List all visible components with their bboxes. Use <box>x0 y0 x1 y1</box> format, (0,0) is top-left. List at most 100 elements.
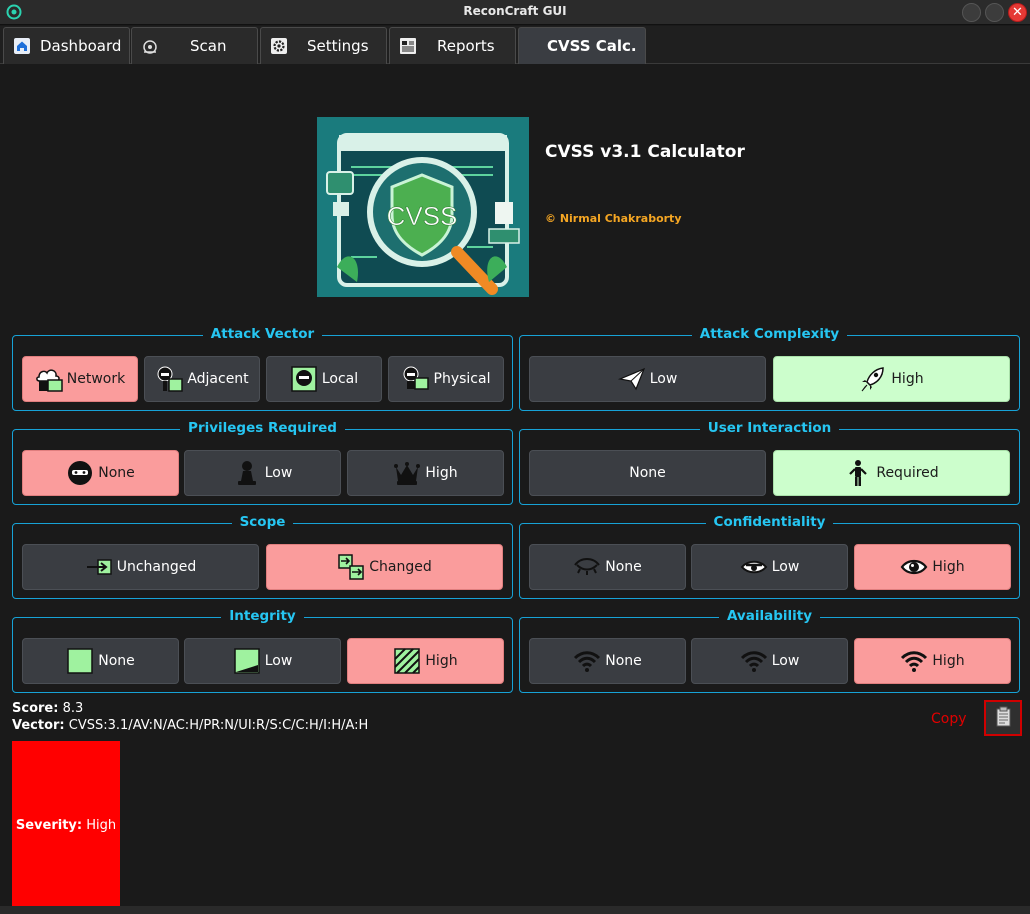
ui-required-button[interactable]: Required <box>773 450 1010 496</box>
group-title: Privileges Required <box>180 420 345 436</box>
attack-complexity-group: Attack Complexity Low High <box>519 326 1020 411</box>
page-title: CVSS v3.1 Calculator <box>545 142 745 162</box>
cvss-logo: CVSS <box>317 117 529 297</box>
option-label: High <box>891 371 924 387</box>
tab-scan[interactable]: Scan <box>131 27 258 64</box>
tab-bar: Dashboard Scan Settings Reports CVSS Cal… <box>0 26 1030 64</box>
logo-text: CVSS <box>387 201 458 231</box>
clipboard-icon <box>996 706 1011 727</box>
solid-square-icon <box>67 648 93 674</box>
av-physical-button[interactable]: Physical <box>388 356 504 402</box>
a-none-button[interactable]: None <box>529 638 686 684</box>
scope-unchanged-button[interactable]: Unchanged <box>22 544 259 590</box>
option-label: None <box>605 559 642 575</box>
option-label: Low <box>649 371 678 387</box>
home-icon <box>14 38 30 54</box>
tab-label: Dashboard <box>40 37 122 55</box>
c-none-button[interactable]: None <box>529 544 686 590</box>
av-adjacent-button[interactable]: Adjacent <box>144 356 260 402</box>
group-title: Attack Vector <box>202 326 323 342</box>
radar-icon <box>143 40 157 54</box>
av-local-button[interactable]: Local <box>266 356 382 402</box>
score-line: Score: 8.3 <box>12 701 83 716</box>
enter-arrow-icon <box>86 559 112 575</box>
transfer-icon <box>338 554 364 580</box>
title-bar: ReconCraft GUI ✕ <box>0 0 1030 25</box>
score-label: Score: <box>12 701 59 716</box>
i-low-button[interactable]: Low <box>184 638 341 684</box>
severity-label: Severity: <box>15 817 83 833</box>
option-label: High <box>425 653 458 669</box>
maximize-button[interactable] <box>985 3 1004 22</box>
tab-reports[interactable]: Reports <box>389 27 516 64</box>
i-high-button[interactable]: High <box>347 638 504 684</box>
option-label: Changed <box>369 559 432 575</box>
scope-group: Scope Unchanged Changed <box>12 514 513 599</box>
eye-icon <box>901 559 928 575</box>
option-label: None <box>98 465 135 481</box>
tab-dashboard[interactable]: Dashboard <box>3 27 130 64</box>
pawn-icon <box>237 461 256 485</box>
confidentiality-group: Confidentiality None Low High <box>519 514 1020 599</box>
option-label: None <box>629 465 666 481</box>
c-low-button[interactable]: Low <box>691 544 848 590</box>
user-interaction-group: User Interaction None Required <box>519 420 1020 505</box>
partial-square-icon <box>233 648 260 674</box>
minimize-button[interactable] <box>962 3 981 22</box>
tab-label: Settings <box>307 37 369 55</box>
scope-changed-button[interactable]: Changed <box>266 544 503 590</box>
i-none-button[interactable]: None <box>22 638 179 684</box>
option-label: Local <box>321 371 359 387</box>
option-label: None <box>605 653 642 669</box>
closed-eye-icon <box>574 558 601 575</box>
crown-icon <box>394 462 421 485</box>
group-title: User Interaction <box>699 420 840 436</box>
vector-line: Vector: CVSS:3.1/AV:N/AC:H/PR:N/UI:R/S:C… <box>12 718 368 733</box>
option-label: Low <box>771 559 800 575</box>
privileges-required-group: Privileges Required None Low High <box>12 420 513 505</box>
option-label: Low <box>264 653 293 669</box>
gear-icon <box>271 38 287 54</box>
a-low-button[interactable]: Low <box>691 638 848 684</box>
vector-label: Vector: <box>12 718 65 733</box>
attack-vector-group: Attack Vector Network Adjacent Local Phy… <box>12 326 513 411</box>
option-label: Required <box>876 465 939 481</box>
availability-group: Availability None Low High <box>519 608 1020 693</box>
ac-high-button[interactable]: High <box>773 356 1010 402</box>
tab-cvss-calc[interactable]: CVSS Calc. <box>518 27 646 64</box>
copy-button[interactable] <box>984 700 1022 736</box>
option-label: High <box>932 559 965 575</box>
a-high-button[interactable]: High <box>854 638 1011 684</box>
vector-value: CVSS:3.1/AV:N/AC:H/PR:N/UI:R/S:C/C:H/I:H… <box>68 718 369 733</box>
option-label: Unchanged <box>116 559 197 575</box>
option-label: Network <box>66 371 126 387</box>
severity-value: High <box>86 817 117 833</box>
av-network-button[interactable]: Network <box>22 356 138 402</box>
rocket-icon <box>862 367 885 392</box>
pr-low-button[interactable]: Low <box>184 450 341 496</box>
report-icon <box>400 38 416 54</box>
window-title: ReconCraft GUI <box>463 4 567 18</box>
option-label: High <box>425 465 458 481</box>
c-high-button[interactable]: High <box>854 544 1011 590</box>
ac-low-button[interactable]: Low <box>529 356 766 402</box>
ninja-icon <box>68 461 93 485</box>
close-button[interactable]: ✕ <box>1008 3 1027 22</box>
ui-none-button[interactable]: None <box>529 450 766 496</box>
group-title: Availability <box>718 608 821 624</box>
tab-settings[interactable]: Settings <box>260 27 387 64</box>
striped-square-icon <box>394 648 421 674</box>
group-title: Attack Complexity <box>691 326 848 342</box>
option-label: Physical <box>433 371 491 387</box>
group-title: Confidentiality <box>705 514 834 530</box>
tab-label: CVSS Calc. <box>547 37 637 55</box>
adjacent-icon <box>157 366 184 392</box>
person-icon <box>849 460 868 486</box>
option-label: Adjacent <box>187 371 249 387</box>
pr-high-button[interactable]: High <box>347 450 504 496</box>
option-label: None <box>98 653 135 669</box>
score-value: 8.3 <box>62 701 84 716</box>
option-label: Low <box>771 653 800 669</box>
tab-label: Reports <box>437 37 495 55</box>
pr-none-button[interactable]: None <box>22 450 179 496</box>
